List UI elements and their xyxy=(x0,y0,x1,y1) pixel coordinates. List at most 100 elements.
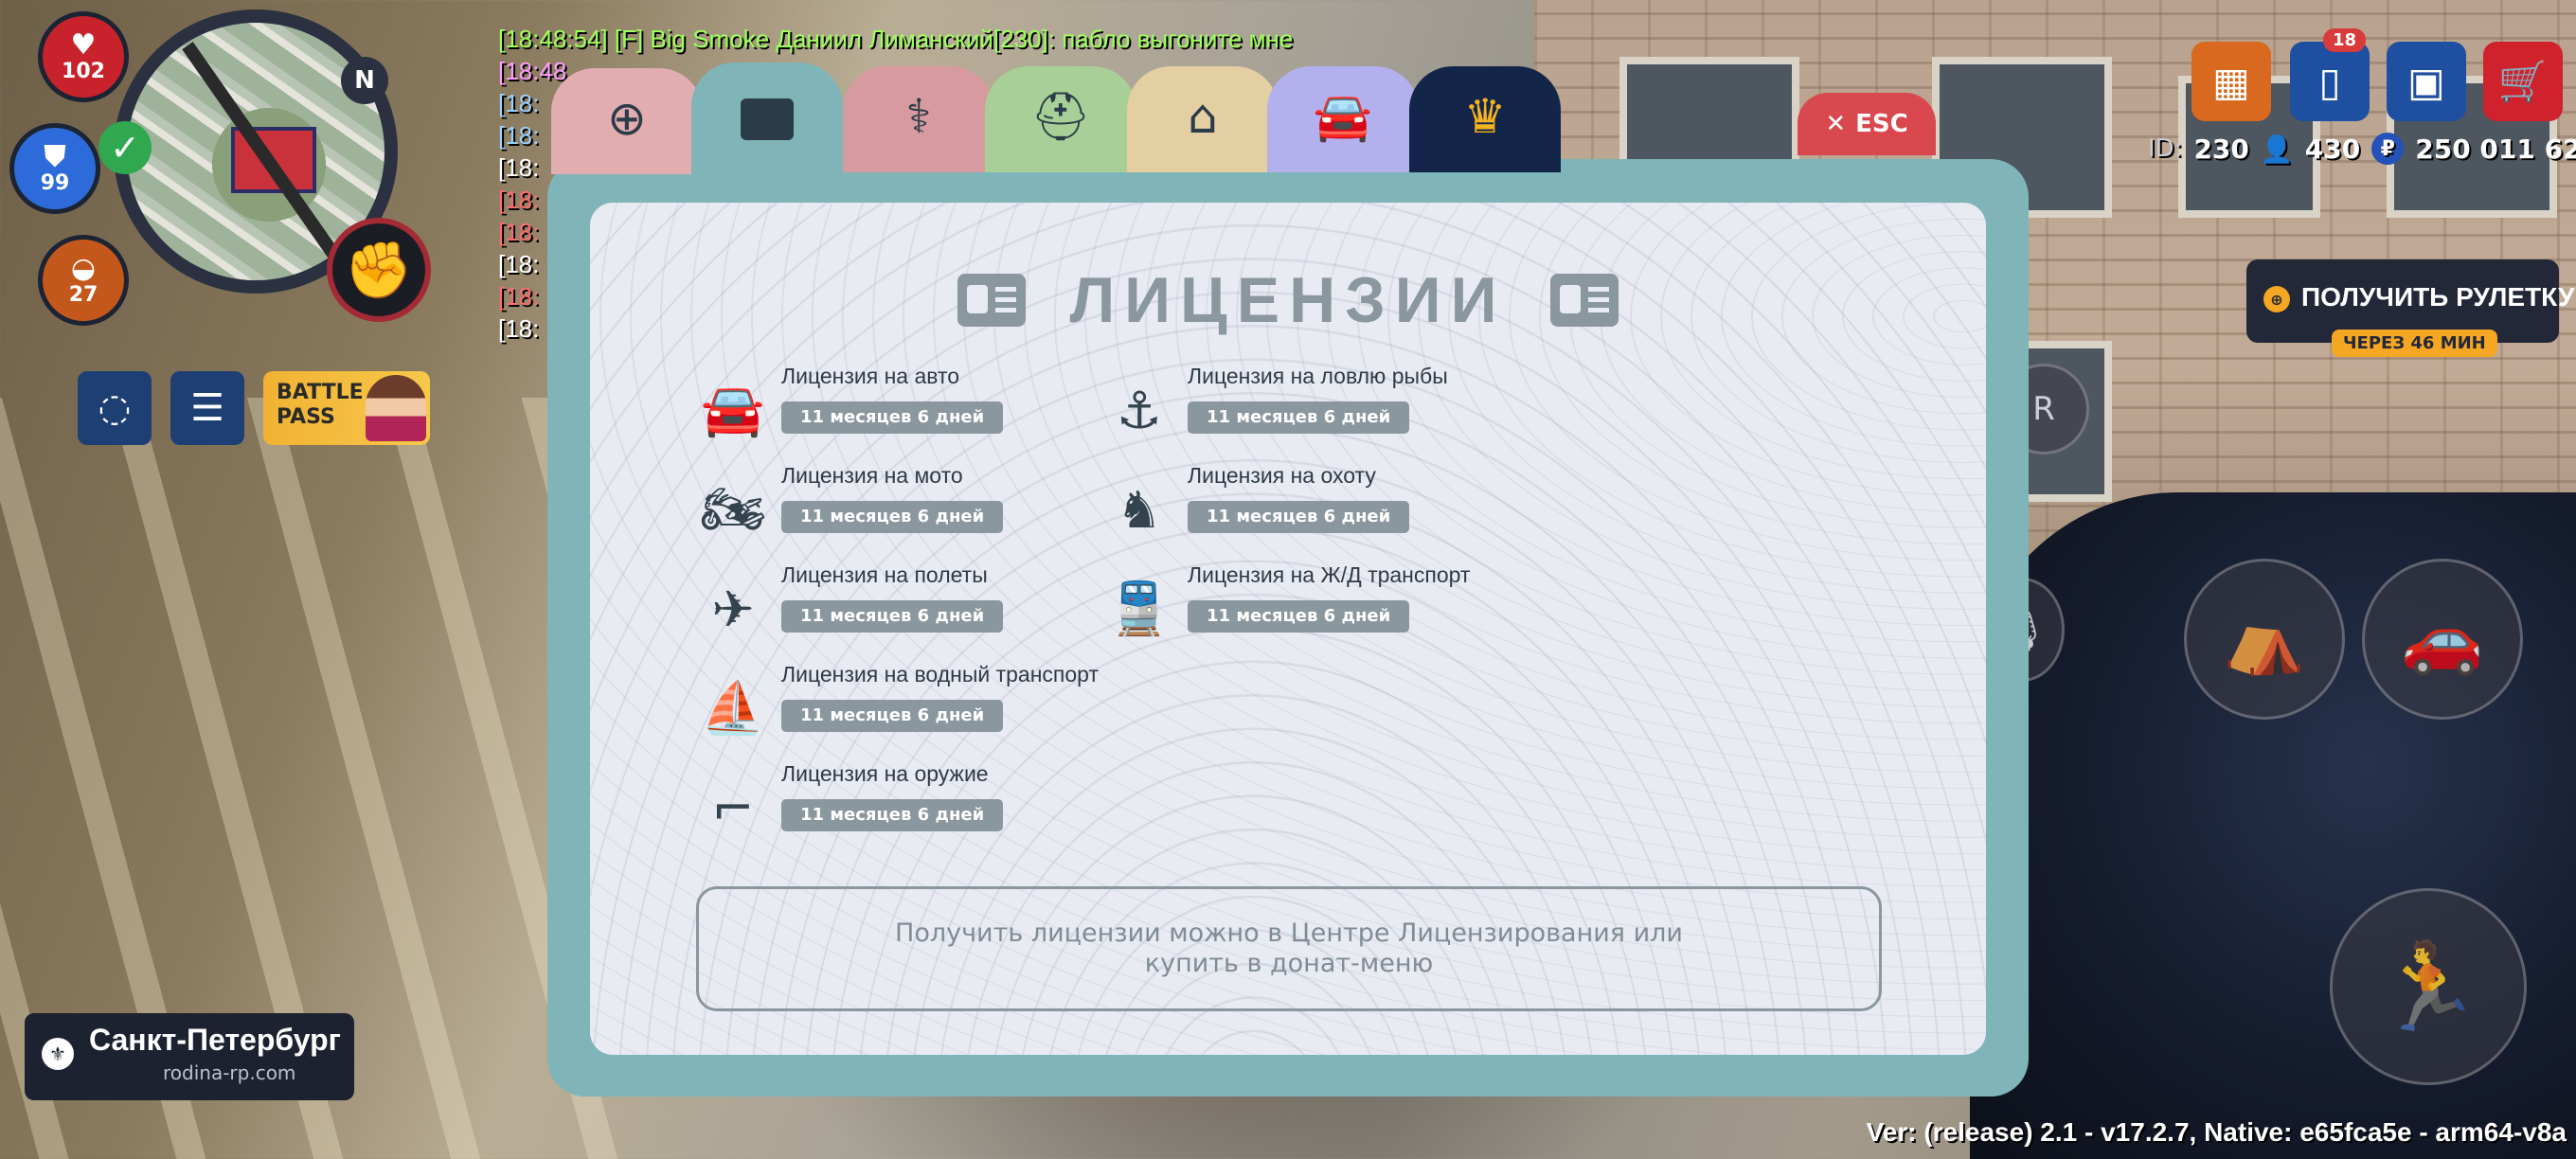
license-item-hunting: ♞ Лицензия на охоту 11 месяцев 6 дней xyxy=(1106,463,1504,548)
briefcase-icon: ▣ xyxy=(2407,58,2445,105)
phone-notification-badge: 18 xyxy=(2322,28,2366,52)
ruble-icon: ₽ xyxy=(2371,133,2405,165)
version-info: Ver: (release) 2.1 - v17.2.7, Native: e6… xyxy=(1866,1117,2567,1147)
train-icon: 🚆 xyxy=(1107,579,1172,638)
info-text-line1: Получить лицензии можно в Центре Лицензи… xyxy=(895,918,1683,948)
map-road xyxy=(182,42,356,280)
health-indicator: ♥ 102 xyxy=(38,11,129,102)
r-key-icon: R xyxy=(2032,390,2055,428)
burger-icon: ◒ xyxy=(70,251,97,285)
license-duration: 11 месяцев 6 дней xyxy=(781,799,1004,831)
tab-military[interactable]: ⛑ xyxy=(985,66,1136,172)
enter-vehicle-button[interactable]: 🚗 xyxy=(2362,559,2523,720)
license-item-auto: 🚘 Лицензия на авто 11 месяцев 6 дней xyxy=(700,364,1098,449)
hunger-indicator: ◒ 27 xyxy=(38,235,129,326)
id-card-icon xyxy=(1549,274,1619,327)
pistol-icon: ⌐ xyxy=(711,777,755,838)
online-icon: 👤 xyxy=(2260,133,2294,165)
license-name: Лицензия на водный транспорт xyxy=(781,662,1099,686)
health-value: 102 xyxy=(62,59,105,83)
quest-check-icon: ✓ xyxy=(98,121,152,174)
license-duration: 11 месяцев 6 дней xyxy=(781,501,1004,533)
tab-medical[interactable]: ⚕ xyxy=(843,66,994,172)
city-emblem-icon: ⚜ xyxy=(42,1038,74,1070)
license-item-railway: 🚆 Лицензия на Ж/Д транспорт 11 месяцев 6… xyxy=(1106,562,1504,648)
roulette-label: ПОЛУЧИТЬ РУЛЕТКУ xyxy=(2301,282,2575,312)
fish-hook-icon: ⚓ xyxy=(1116,380,1163,440)
battle-pass-avatar xyxy=(366,375,426,441)
car-icon: 🚘 xyxy=(1313,89,1373,144)
battle-pass-button[interactable]: BATTLE PASS xyxy=(263,371,430,445)
phone-button[interactable]: ▯ 18 xyxy=(2290,28,2370,121)
license-item-fishing: ⚓ Лицензия на ловлю рыбы 11 месяцев 6 дн… xyxy=(1106,364,1504,449)
compass-north: N xyxy=(341,57,388,104)
seats-icon: ⛺ xyxy=(2223,599,2306,678)
city-name: Санкт-Петербург xyxy=(89,1023,341,1057)
inventory-button[interactable]: ▣ xyxy=(2387,42,2466,121)
phone-icon: ▯ xyxy=(2318,58,2341,105)
license-duration: 11 месяцев 6 дней xyxy=(781,700,1004,732)
license-name: Лицензия на полеты xyxy=(781,562,988,587)
player-stats: ID: 230 👤 430 ₽ 250 011 620 xyxy=(2148,133,2576,165)
info-text-line2: купить в донат-меню xyxy=(1144,949,1434,978)
tab-vip[interactable]: ♛ xyxy=(1409,66,1561,172)
car-icon: 🚘 xyxy=(701,380,765,439)
armor-value: 99 xyxy=(40,170,70,195)
panel-header: ЛИЦЕНЗИИ xyxy=(590,263,1986,337)
licenses-panel: ЛИЦЕНЗИИ 🚘 Лицензия на авто 11 месяцев 6… xyxy=(590,203,1986,1055)
tasks-button[interactable]: ☰ xyxy=(170,371,244,445)
online-count: 430 xyxy=(2304,133,2361,165)
roulette-timer: ЧЕРЕЗ 46 МИН xyxy=(2332,330,2497,357)
houses-icon: ⌂ xyxy=(1188,89,1218,144)
menu-button[interactable]: ▦ xyxy=(2191,42,2271,121)
deer-icon: ♞ xyxy=(1116,479,1163,540)
seats-button[interactable]: ⛺ xyxy=(2184,559,2345,720)
player-id: 230 xyxy=(2193,133,2249,165)
shop-button[interactable]: 🛒 xyxy=(2483,42,2563,121)
license-duration: 11 месяцев 6 дней xyxy=(781,401,1004,434)
tab-passport[interactable]: ⊕ xyxy=(551,68,703,174)
tab-vehicles[interactable]: 🚘 xyxy=(1267,66,1419,172)
server-info: ⚜ Санкт-Петербург rodina-rp.com xyxy=(25,1013,354,1100)
gps-cursor-icon: ◌ xyxy=(98,386,132,430)
car-enter-icon: 🚗 xyxy=(2401,599,2484,678)
gps-button[interactable]: ◌ xyxy=(78,371,152,445)
plane-icon: ✈ xyxy=(711,579,755,639)
license-name: Лицензия на ловлю рыбы xyxy=(1188,364,1448,388)
license-name: Лицензия на охоту xyxy=(1188,463,1376,488)
id-label: ID: xyxy=(2148,134,2183,163)
license-item-weapons: ⌐ Лицензия на оружие 11 месяцев 6 дней xyxy=(700,761,1098,847)
license-item-moto: 🏍 Лицензия на мото 11 месяцев 6 дней xyxy=(700,463,1098,548)
license-info-box: Получить лицензии можно в Центре Лицензи… xyxy=(696,886,1882,1011)
roulette-button[interactable]: ⊕ ПОЛУЧИТЬ РУЛЕТКУ ЧЕРЕЗ 46 МИН xyxy=(2246,259,2574,357)
cart-icon: 🛒 xyxy=(2497,58,2549,104)
fist-weapon-icon[interactable]: ✊ xyxy=(327,218,431,322)
close-button[interactable]: ✕ ESC xyxy=(1798,93,1936,155)
id-card-icon xyxy=(957,274,1027,327)
coin-icon: ⊕ xyxy=(2263,286,2290,312)
license-item-flights: ✈ Лицензия на полеты 11 месяцев 6 дней xyxy=(700,562,1098,648)
helmet-icon: ⛑ xyxy=(1030,89,1091,144)
motorcycle-icon: 🏍 xyxy=(700,479,766,539)
sailboat-icon: ⛵ xyxy=(701,678,765,738)
license-duration: 11 месяцев 6 дней xyxy=(1188,501,1410,533)
server-site: rodina-rp.com xyxy=(163,1061,296,1084)
close-label: ESC xyxy=(1855,110,1908,138)
license-name: Лицензия на мото xyxy=(781,463,963,488)
chat-line: [18:48:54] [F] Big Smoke Даниил Лимански… xyxy=(498,25,1294,53)
license-duration: 11 месяцев 6 дней xyxy=(781,600,1004,633)
license-name: Лицензия на авто xyxy=(781,364,960,388)
close-icon: ✕ xyxy=(1825,110,1847,138)
sprint-button[interactable]: 🏃 xyxy=(2330,888,2527,1085)
license-duration: 11 месяцев 6 дней xyxy=(1188,600,1410,633)
id-card-icon xyxy=(741,98,794,140)
license-name: Лицензия на Ж/Д транспорт xyxy=(1188,562,1471,587)
armor-icon: ⛊ xyxy=(44,139,66,173)
tab-property[interactable]: ⌂ xyxy=(1127,66,1279,172)
heart-icon: ♥ xyxy=(70,27,97,62)
grid-icon: ▦ xyxy=(2212,58,2250,105)
tab-licenses[interactable] xyxy=(691,62,843,176)
crown-icon: ♛ xyxy=(1463,89,1507,144)
running-man-icon: 🏃 xyxy=(2374,936,2482,1037)
hunger-value: 27 xyxy=(68,282,98,307)
